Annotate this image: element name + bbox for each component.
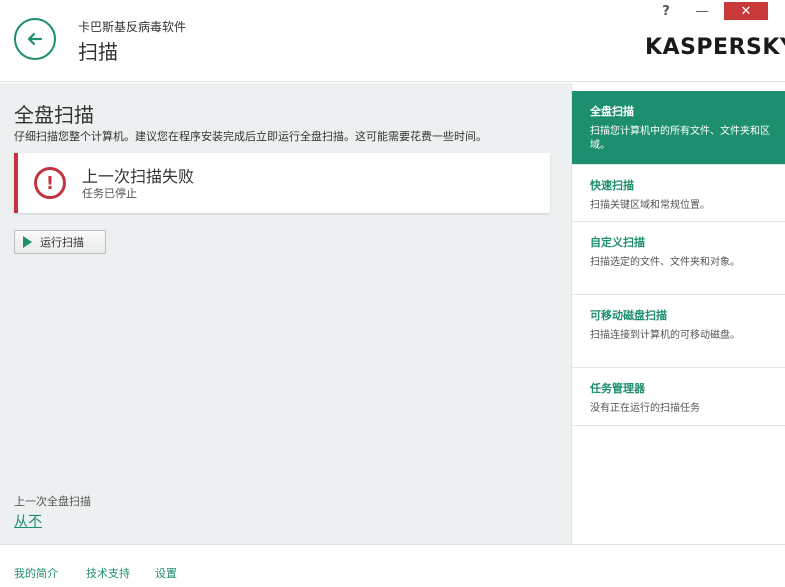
sidebar-item-desc: 扫描连接到计算机的可移动磁盘。 bbox=[590, 330, 740, 341]
run-scan-button[interactable]: 运行扫描 bbox=[14, 230, 106, 254]
sidebar-item-custom-scan[interactable]: 自定义扫描 扫描选定的文件、文件夹和对象。 bbox=[572, 222, 785, 295]
footer-link-support[interactable]: 技术支持 bbox=[86, 565, 130, 581]
sidebar-item-quick-scan[interactable]: 快速扫描 扫描关键区域和常规位置。 bbox=[572, 165, 785, 222]
footer-link-settings[interactable]: 设置 bbox=[155, 565, 177, 581]
sidebar-item-removable-scan[interactable]: 可移动磁盘扫描 扫描连接到计算机的可移动磁盘。 bbox=[572, 295, 785, 368]
status-subtitle: 任务已停止 bbox=[82, 187, 137, 200]
footer: 我的简介 技术支持 设置 bbox=[0, 544, 785, 587]
close-button[interactable]: ✕ bbox=[724, 2, 768, 20]
footer-link-profile[interactable]: 我的简介 bbox=[14, 565, 58, 581]
sidebar-item-desc: 扫描选定的文件、文件夹和对象。 bbox=[590, 257, 740, 268]
last-scan-label: 上一次全盘扫描 bbox=[14, 495, 91, 508]
sidebar-item-desc: 没有正在运行的扫描任务 bbox=[590, 403, 700, 414]
sidebar-item-task-manager[interactable]: 任务管理器 没有正在运行的扫描任务 bbox=[572, 368, 785, 426]
status-title: 上一次扫描失败 bbox=[82, 167, 195, 186]
sidebar-item-title: 全盘扫描 bbox=[590, 105, 634, 118]
app-name: 卡巴斯基反病毒软件 bbox=[78, 20, 187, 34]
sidebar-item-title: 自定义扫描 bbox=[590, 236, 645, 249]
logo-text: KASPERSKY bbox=[645, 35, 785, 60]
last-scan-link[interactable]: 从不 bbox=[14, 511, 42, 531]
sidebar-item-title: 任务管理器 bbox=[590, 382, 645, 395]
back-button[interactable] bbox=[14, 18, 56, 60]
run-scan-label: 运行扫描 bbox=[40, 236, 84, 249]
warning-icon: ! bbox=[34, 167, 66, 199]
kaspersky-logo: KASPERSKY lab bbox=[645, 35, 785, 60]
sidebar-item-desc: 扫描您计算机中的所有文件、文件夹和区域。 bbox=[590, 126, 770, 151]
sidebar-item-desc: 扫描关键区域和常规位置。 bbox=[590, 200, 710, 211]
arrow-left-icon bbox=[27, 32, 43, 46]
play-icon bbox=[23, 236, 32, 248]
scan-types-sidebar: 全盘扫描 扫描您计算机中的所有文件、文件夹和区域。 快速扫描 扫描关键区域和常规… bbox=[571, 83, 785, 544]
section-description: 仔细扫描您整个计算机。建议您在程序安装完成后立即运行全盘扫描。这可能需要花费一些… bbox=[14, 130, 487, 143]
page-title: 扫描 bbox=[78, 40, 118, 64]
help-button[interactable]: ? bbox=[656, 2, 676, 20]
sidebar-item-title: 快速扫描 bbox=[590, 179, 634, 192]
header: 卡巴斯基反病毒软件 扫描 ? — ✕ KASPERSKY lab bbox=[0, 0, 785, 82]
minimize-button[interactable]: — bbox=[692, 2, 712, 20]
sidebar-item-full-scan[interactable]: 全盘扫描 扫描您计算机中的所有文件、文件夹和区域。 bbox=[572, 91, 785, 165]
section-title: 全盘扫描 bbox=[14, 103, 94, 127]
main-panel: 全盘扫描 仔细扫描您整个计算机。建议您在程序安装完成后立即运行全盘扫描。这可能需… bbox=[0, 83, 571, 544]
scan-status-card: ! 上一次扫描失败 任务已停止 bbox=[14, 153, 550, 213]
sidebar-item-title: 可移动磁盘扫描 bbox=[590, 309, 667, 322]
